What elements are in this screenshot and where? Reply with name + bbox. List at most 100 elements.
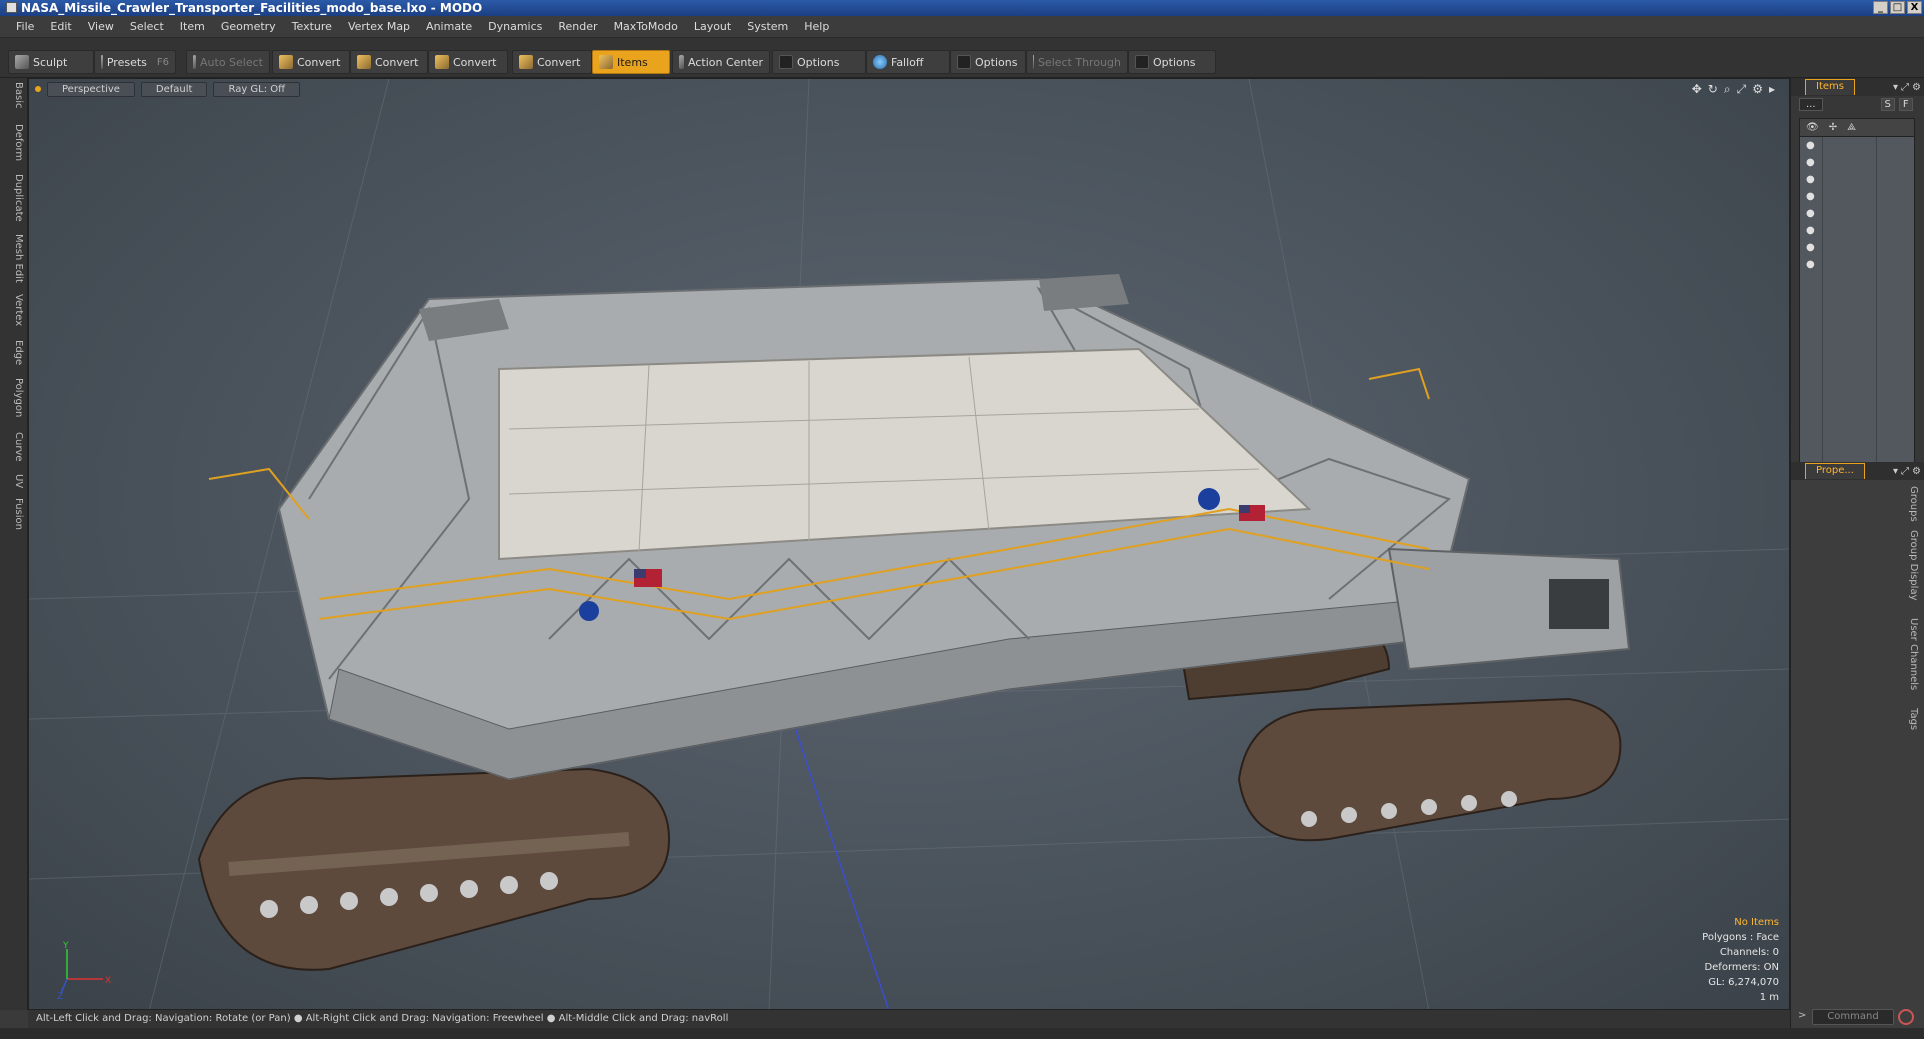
items-f-button[interactable]: F — [1898, 98, 1913, 111]
eye-icon[interactable]: ● — [1806, 225, 1815, 236]
rotate-icon[interactable]: ↻ — [1708, 82, 1718, 97]
list-item[interactable]: ● — [1800, 222, 1914, 239]
tab-properties[interactable]: Prope... — [1805, 463, 1865, 479]
properties-tab-row: Prope... ▾ ⤢ ⚙ — [1791, 462, 1924, 480]
viewport-menu-dot[interactable] — [35, 86, 41, 92]
menu-help[interactable]: Help — [796, 20, 837, 33]
fit-icon[interactable]: ⤢ — [1737, 82, 1747, 97]
raygl-toggle[interactable]: Ray GL: Off — [213, 81, 301, 97]
items-mode-button[interactable]: Items — [592, 50, 670, 74]
tab-vertex[interactable]: Vertex — [4, 294, 24, 326]
menu-dynamics[interactable]: Dynamics — [480, 20, 550, 33]
z-axis-label: Z — [57, 992, 63, 999]
tab-group-display[interactable]: Group Display — [1905, 530, 1919, 600]
maximize-button[interactable]: □ — [1890, 1, 1905, 14]
tab-basic[interactable]: Basic — [4, 82, 24, 108]
eye-icon[interactable]: ● — [1806, 191, 1815, 202]
tab-items[interactable]: Items — [1805, 79, 1855, 95]
auto-select-button[interactable]: Auto Select — [186, 50, 270, 74]
polygons-info: Polygons : Face — [1702, 932, 1779, 943]
falloff-button[interactable]: Falloff — [866, 50, 950, 74]
action-center-button[interactable]: Action Center — [672, 50, 770, 74]
window-title: NASA_Missile_Crawler_Transporter_Facilit… — [21, 1, 483, 15]
convert-edge-button[interactable]: Convert — [350, 50, 428, 74]
eye-icon[interactable]: ● — [1806, 140, 1815, 151]
tab-deform[interactable]: Deform — [4, 124, 24, 161]
tab-mesh-edit[interactable]: Mesh Edit — [4, 234, 24, 283]
scale-info: 1 m — [1759, 992, 1779, 1003]
menu-item[interactable]: Item — [172, 20, 213, 33]
menu-view[interactable]: View — [80, 20, 122, 33]
list-item[interactable]: ● — [1800, 188, 1914, 205]
menu-select[interactable]: Select — [122, 20, 172, 33]
viewport-nav-icons: ✥ ↻ ⌕ ⤢ ⚙ ▸ — [1692, 82, 1775, 97]
select-through-button[interactable]: Select Through — [1026, 50, 1128, 74]
items-filter-dropdown[interactable]: ... — [1799, 98, 1823, 111]
menu-layout[interactable]: Layout — [686, 20, 739, 33]
menu-file[interactable]: File — [8, 20, 42, 33]
gear-icon[interactable]: ⚙ — [1912, 82, 1921, 93]
menu-maxtomodo[interactable]: MaxToModo — [606, 20, 686, 33]
menu-edit[interactable]: Edit — [42, 20, 79, 33]
tab-duplicate[interactable]: Duplicate — [4, 174, 24, 222]
gl-info: GL: 6,274,070 — [1708, 977, 1779, 988]
pan-icon[interactable]: ✥ — [1692, 82, 1702, 97]
modo-window: NASA_Missile_Crawler_Transporter_Facilit… — [0, 0, 1924, 1039]
items-s-button[interactable]: S — [1880, 98, 1895, 111]
view-type-dropdown[interactable]: Perspective — [47, 81, 135, 97]
close-button[interactable]: X — [1907, 1, 1922, 14]
action-center-options-button[interactable]: Options — [772, 50, 866, 74]
chevron-down-icon[interactable]: ▾ — [1893, 82, 1898, 93]
eye-icon[interactable]: ● — [1806, 242, 1815, 253]
menu-render[interactable]: Render — [550, 20, 605, 33]
eye-icon[interactable]: ● — [1806, 208, 1815, 219]
list-item[interactable]: ● — [1800, 205, 1914, 222]
convert-polygon-button[interactable]: Convert — [428, 50, 508, 74]
settings-gear-icon[interactable]: ⚙ — [1752, 82, 1763, 97]
minimize-button[interactable]: _ — [1873, 1, 1888, 14]
track-front-left — [197, 767, 671, 971]
menu-animate[interactable]: Animate — [418, 20, 480, 33]
menu-geometry[interactable]: Geometry — [213, 20, 284, 33]
falloff-options-button[interactable]: Options — [950, 50, 1026, 74]
list-item[interactable]: ● — [1800, 154, 1914, 171]
maximize-icon[interactable]: ⤢ — [1901, 82, 1909, 93]
tab-groups[interactable]: Groups — [1905, 486, 1919, 522]
tab-curve[interactable]: Curve — [4, 432, 24, 462]
list-item[interactable]: ● — [1800, 256, 1914, 273]
eye-icon[interactable]: ● — [1806, 259, 1815, 270]
chevron-down-icon[interactable]: ▾ — [1893, 466, 1898, 477]
tab-polygon[interactable]: Polygon — [4, 378, 24, 417]
command-input[interactable]: Command — [1812, 1009, 1894, 1025]
list-item[interactable]: ● — [1800, 239, 1914, 256]
convert-vertex-button[interactable]: Convert — [272, 50, 350, 74]
command-history-arrow[interactable]: > — [1798, 1010, 1806, 1021]
menu-texture[interactable]: Texture — [284, 20, 340, 33]
menu-vertex-map[interactable]: Vertex Map — [340, 20, 418, 33]
presets-button[interactable]: Presets F6 — [94, 50, 176, 74]
tab-tags[interactable]: Tags — [1905, 708, 1919, 730]
lock-header-icon: ✢ — [1828, 122, 1838, 133]
tab-fusion[interactable]: Fusion — [4, 498, 24, 530]
menu-system[interactable]: System — [739, 20, 796, 33]
list-item[interactable]: ● — [1800, 171, 1914, 188]
3d-viewport[interactable]: Perspective Default Ray GL: Off ✥ ↻ ⌕ ⤢ … — [28, 78, 1790, 1010]
gear-icon[interactable]: ⚙ — [1912, 466, 1921, 477]
shading-dropdown[interactable]: Default — [140, 81, 208, 97]
eye-icon[interactable]: ● — [1806, 174, 1815, 185]
select-through-options-button[interactable]: Options — [1128, 50, 1216, 74]
eye-icon[interactable]: ● — [1806, 157, 1815, 168]
tab-user-channels[interactable]: User Channels — [1905, 618, 1919, 690]
zoom-icon[interactable]: ⌕ — [1724, 82, 1731, 97]
maximize-icon[interactable]: ⤢ — [1901, 466, 1909, 477]
tab-uv[interactable]: UV — [4, 474, 24, 488]
tab-edge[interactable]: Edge — [4, 340, 24, 365]
menu-bar: File Edit View Select Item Geometry Text… — [0, 16, 1924, 38]
convert-item-button[interactable]: Convert — [512, 50, 592, 74]
command-record-icon[interactable] — [1898, 1009, 1914, 1025]
visibility-header-icon: 👁 — [1806, 122, 1819, 133]
list-item[interactable]: ● — [1800, 137, 1914, 154]
expand-arrow-icon[interactable]: ▸ — [1769, 82, 1775, 97]
selection-info: No Items — [1734, 917, 1779, 928]
sculpt-button[interactable]: Sculpt — [8, 50, 94, 74]
